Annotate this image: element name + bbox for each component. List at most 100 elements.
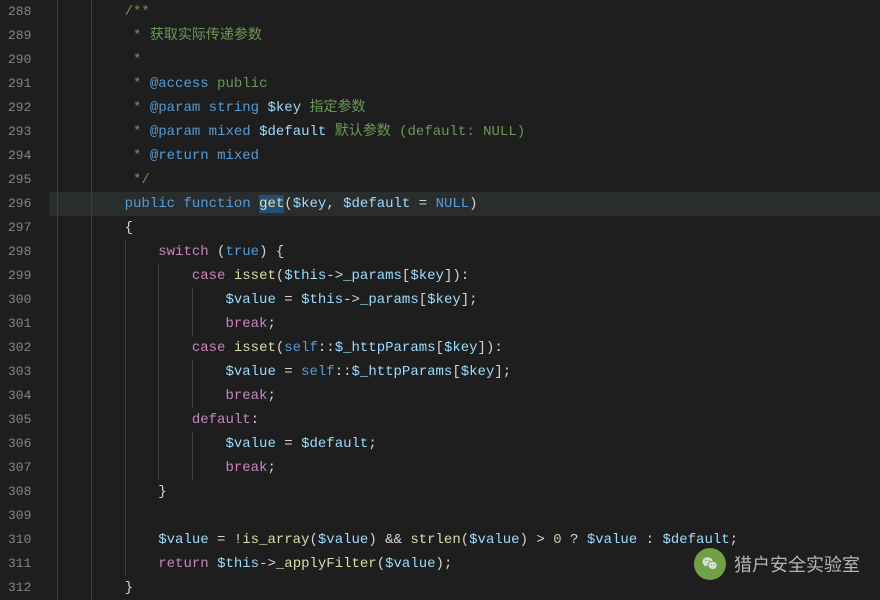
code-token: } bbox=[125, 580, 133, 596]
code-token: @access bbox=[150, 76, 209, 92]
code-line[interactable] bbox=[49, 504, 880, 528]
code-token: $this bbox=[284, 268, 326, 284]
code-line[interactable]: break; bbox=[49, 384, 880, 408]
code-token: $key bbox=[259, 100, 301, 116]
code-token: ; bbox=[267, 388, 275, 404]
code-token: isset bbox=[234, 268, 276, 284]
code-token: return bbox=[158, 556, 208, 572]
code-line[interactable]: } bbox=[49, 576, 880, 600]
code-token: public bbox=[125, 196, 175, 212]
code-line[interactable]: * 获取实际传递参数 bbox=[49, 24, 880, 48]
code-token: $value bbox=[225, 364, 275, 380]
code-token: = bbox=[410, 196, 435, 212]
code-line[interactable]: */ bbox=[49, 168, 880, 192]
line-number: 309 bbox=[8, 504, 31, 528]
line-number: 295 bbox=[8, 168, 31, 192]
code-token: * bbox=[125, 76, 150, 92]
code-line[interactable]: * @return mixed bbox=[49, 144, 880, 168]
code-line[interactable]: } bbox=[49, 480, 880, 504]
code-token: _params bbox=[360, 292, 419, 308]
line-number: 302 bbox=[8, 336, 31, 360]
code-line[interactable]: case isset($this->_params[$key]): bbox=[49, 264, 880, 288]
code-token: @return bbox=[150, 148, 209, 164]
line-number: 312 bbox=[8, 576, 31, 600]
code-line[interactable]: * @access public bbox=[49, 72, 880, 96]
code-token: $key bbox=[410, 268, 444, 284]
code-line[interactable]: $value = $default; bbox=[49, 432, 880, 456]
code-token: :: bbox=[318, 340, 335, 356]
code-token: $value bbox=[385, 556, 435, 572]
code-token: ]): bbox=[478, 340, 503, 356]
code-token: default bbox=[192, 412, 251, 428]
code-token: switch bbox=[158, 244, 208, 260]
code-token: mixed bbox=[209, 124, 251, 140]
code-line[interactable]: break; bbox=[49, 312, 880, 336]
code-token: self bbox=[301, 364, 335, 380]
code-line[interactable]: /** bbox=[49, 0, 880, 24]
code-token: = ! bbox=[209, 532, 243, 548]
code-token: ) && bbox=[368, 532, 410, 548]
code-area[interactable]: /** * 获取实际传递参数 * * @access public * @par… bbox=[49, 0, 880, 600]
code-line[interactable]: default: bbox=[49, 408, 880, 432]
line-number: 304 bbox=[8, 384, 31, 408]
code-token: 0 bbox=[553, 532, 561, 548]
code-token: 指定参数 bbox=[301, 100, 365, 116]
line-number: 307 bbox=[8, 456, 31, 480]
line-number: 288 bbox=[8, 0, 31, 24]
code-token: $default bbox=[251, 124, 327, 140]
code-token bbox=[200, 124, 208, 140]
code-token: ) bbox=[469, 196, 477, 212]
code-token: $value bbox=[318, 532, 368, 548]
code-line[interactable]: break; bbox=[49, 456, 880, 480]
code-token: $default bbox=[343, 196, 410, 212]
code-token: ]): bbox=[444, 268, 469, 284]
code-token: $this bbox=[217, 556, 259, 572]
code-token: _params bbox=[343, 268, 402, 284]
line-number: 299 bbox=[8, 264, 31, 288]
line-number: 305 bbox=[8, 408, 31, 432]
code-line[interactable]: case isset(self::$_httpParams[$key]): bbox=[49, 336, 880, 360]
code-token: ]; bbox=[461, 292, 478, 308]
code-line[interactable]: * bbox=[49, 48, 880, 72]
line-number: 311 bbox=[8, 552, 31, 576]
code-token: $value bbox=[225, 292, 275, 308]
line-number: 293 bbox=[8, 120, 31, 144]
code-token: :: bbox=[335, 364, 352, 380]
code-token: @param bbox=[150, 100, 200, 116]
code-token: $value bbox=[225, 436, 275, 452]
code-token: ? bbox=[562, 532, 587, 548]
code-token: $this bbox=[301, 292, 343, 308]
code-token: ( bbox=[209, 244, 226, 260]
code-token: : bbox=[637, 532, 662, 548]
code-token: ( bbox=[284, 196, 292, 212]
code-line[interactable]: $value = $this->_params[$key]; bbox=[49, 288, 880, 312]
code-token: = bbox=[276, 364, 301, 380]
code-token bbox=[209, 556, 217, 572]
code-token bbox=[209, 148, 217, 164]
line-number: 289 bbox=[8, 24, 31, 48]
code-line[interactable]: * @param mixed $default 默认参数 (default: N… bbox=[49, 120, 880, 144]
code-editor[interactable]: 2882892902912922932942952962972982993003… bbox=[0, 0, 880, 600]
code-token: * bbox=[125, 124, 150, 140]
code-token: [ bbox=[419, 292, 427, 308]
code-token: $key bbox=[444, 340, 478, 356]
code-token: [ bbox=[436, 340, 444, 356]
code-token: isset bbox=[234, 340, 276, 356]
line-number: 296 bbox=[8, 192, 31, 216]
code-token: $value bbox=[587, 532, 637, 548]
code-line[interactable]: switch (true) { bbox=[49, 240, 880, 264]
code-line[interactable]: public function get($key, $default = NUL… bbox=[49, 192, 880, 216]
code-token: function bbox=[183, 196, 250, 212]
code-line[interactable]: $value = self::$_httpParams[$key]; bbox=[49, 360, 880, 384]
code-line[interactable]: return $this->_applyFilter($value); bbox=[49, 552, 880, 576]
line-number: 290 bbox=[8, 48, 31, 72]
code-line[interactable]: $value = !is_array($value) && strlen($va… bbox=[49, 528, 880, 552]
code-token: -> bbox=[343, 292, 360, 308]
code-token: } bbox=[158, 484, 166, 500]
code-token: * bbox=[125, 148, 150, 164]
code-line[interactable]: { bbox=[49, 216, 880, 240]
code-token: $key bbox=[427, 292, 461, 308]
code-line[interactable]: * @param string $key 指定参数 bbox=[49, 96, 880, 120]
line-number: 292 bbox=[8, 96, 31, 120]
code-token: $_httpParams bbox=[352, 364, 453, 380]
